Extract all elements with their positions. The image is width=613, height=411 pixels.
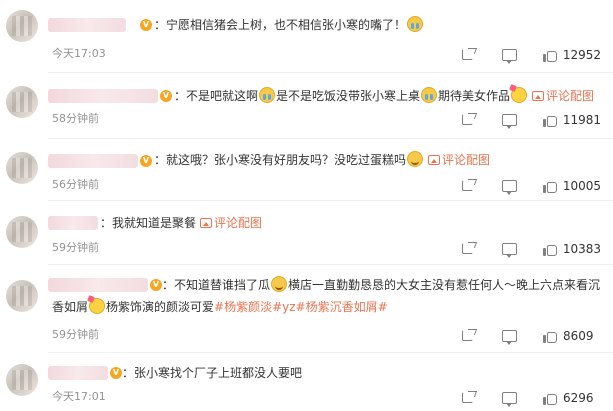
hashtag-link[interactable]: #杨紫颜淡#yz#杨紫沉香如屑# bbox=[214, 300, 388, 314]
image-icon bbox=[428, 155, 441, 165]
laugh-emoji-icon bbox=[89, 298, 106, 314]
comment-actions: 11981 bbox=[461, 112, 601, 129]
comment-actions: 6296 bbox=[461, 390, 601, 407]
smile-emoji-icon bbox=[407, 151, 424, 167]
divider bbox=[48, 200, 613, 201]
user-name-blurred[interactable] bbox=[48, 89, 158, 103]
share-icon[interactable] bbox=[461, 179, 476, 193]
divider bbox=[48, 264, 613, 265]
like-count[interactable]: 12952 bbox=[563, 48, 601, 62]
like-icon[interactable] bbox=[542, 113, 557, 127]
vip-badge-icon: V bbox=[140, 19, 152, 31]
comment-text: ：不知道替谁挡了瓜 横店一直勤勤恳恳的大女主没有惹任何人～晚上六点来看沉香如屑 杨紫… bbox=[52, 276, 601, 314]
comment-icon[interactable] bbox=[501, 49, 517, 64]
divider bbox=[48, 352, 613, 353]
avatar[interactable] bbox=[6, 280, 38, 312]
divider bbox=[48, 72, 613, 73]
comment-time: 59分钟前 bbox=[52, 241, 99, 254]
comment-text: ：不是吧就这啊 是不是吃饭没带张小寒上桌 期待美女作品 评论配图 bbox=[174, 87, 595, 103]
share-icon[interactable] bbox=[461, 48, 476, 62]
comment-text: ：张小寒找个厂子上班都没人要吧 bbox=[122, 366, 303, 380]
image-icon bbox=[532, 91, 545, 101]
party-emoji-icon bbox=[511, 87, 528, 103]
vip-badge-icon: V bbox=[110, 367, 122, 379]
comment-icon[interactable] bbox=[502, 330, 517, 345]
image-icon bbox=[200, 218, 213, 228]
avatar[interactable] bbox=[6, 364, 38, 396]
comment-time: 59分钟前 bbox=[52, 328, 99, 341]
user-name-blurred[interactable] bbox=[48, 366, 108, 380]
share-icon[interactable] bbox=[461, 113, 476, 127]
share-icon[interactable] bbox=[461, 391, 476, 405]
like-icon[interactable] bbox=[542, 179, 557, 193]
avatar[interactable] bbox=[6, 10, 38, 42]
comment-icon[interactable] bbox=[501, 243, 517, 258]
comment-actions: 8609 bbox=[461, 328, 601, 345]
avatar[interactable] bbox=[6, 152, 38, 184]
like-count[interactable]: 11981 bbox=[563, 113, 601, 127]
comment-image-link[interactable]: 评论配图 bbox=[532, 89, 594, 103]
avatar[interactable] bbox=[6, 86, 38, 118]
comment-actions: 12952 bbox=[461, 47, 601, 64]
like-count[interactable]: 10005 bbox=[563, 179, 601, 193]
comment-image-link[interactable]: 评论配图 bbox=[200, 216, 262, 230]
comment-icon[interactable] bbox=[502, 392, 517, 407]
vip-badge-icon: V bbox=[160, 90, 172, 102]
cry-emoji-icon bbox=[421, 87, 438, 103]
comment-text: ：我就知道是聚餐 评论配图 bbox=[100, 216, 263, 230]
avatar[interactable] bbox=[6, 216, 38, 248]
share-icon[interactable] bbox=[461, 329, 476, 343]
comment-actions: 10383 bbox=[461, 241, 601, 258]
comment-text: ：就这哦？张小寒没有好朋友吗？没吃过蛋糕吗 评论配图 bbox=[154, 151, 491, 167]
comment-time: 56分钟前 bbox=[52, 178, 99, 191]
cry-emoji-icon bbox=[407, 16, 424, 32]
user-name-blurred[interactable] bbox=[48, 154, 138, 168]
like-icon[interactable] bbox=[543, 329, 557, 343]
comment-image-link[interactable]: 评论配图 bbox=[428, 153, 490, 167]
like-count[interactable]: 10383 bbox=[563, 242, 601, 256]
user-name-blurred[interactable] bbox=[48, 18, 126, 32]
divider bbox=[48, 138, 613, 139]
comment-time: 今天17:01 bbox=[52, 390, 106, 403]
user-name-blurred[interactable] bbox=[48, 216, 98, 230]
comment-time: 今天17:03 bbox=[52, 47, 106, 60]
comment-time: 58分钟前 bbox=[52, 112, 99, 125]
cry-emoji-icon bbox=[259, 87, 276, 103]
like-icon[interactable] bbox=[542, 242, 557, 256]
comment-text: ：宁愿相信猪会上树，也不相信张小寒的嘴了！ bbox=[154, 14, 424, 36]
comment-icon[interactable] bbox=[501, 180, 517, 195]
comment-icon[interactable] bbox=[501, 114, 517, 129]
smile-emoji-icon bbox=[271, 276, 288, 292]
like-icon[interactable] bbox=[543, 391, 557, 405]
share-icon[interactable] bbox=[461, 242, 476, 256]
like-count[interactable]: 8609 bbox=[563, 329, 601, 343]
like-icon[interactable] bbox=[542, 48, 557, 62]
vip-badge-icon: V bbox=[140, 155, 152, 167]
like-count[interactable]: 6296 bbox=[563, 391, 601, 405]
comment-actions: 10005 bbox=[461, 178, 601, 195]
